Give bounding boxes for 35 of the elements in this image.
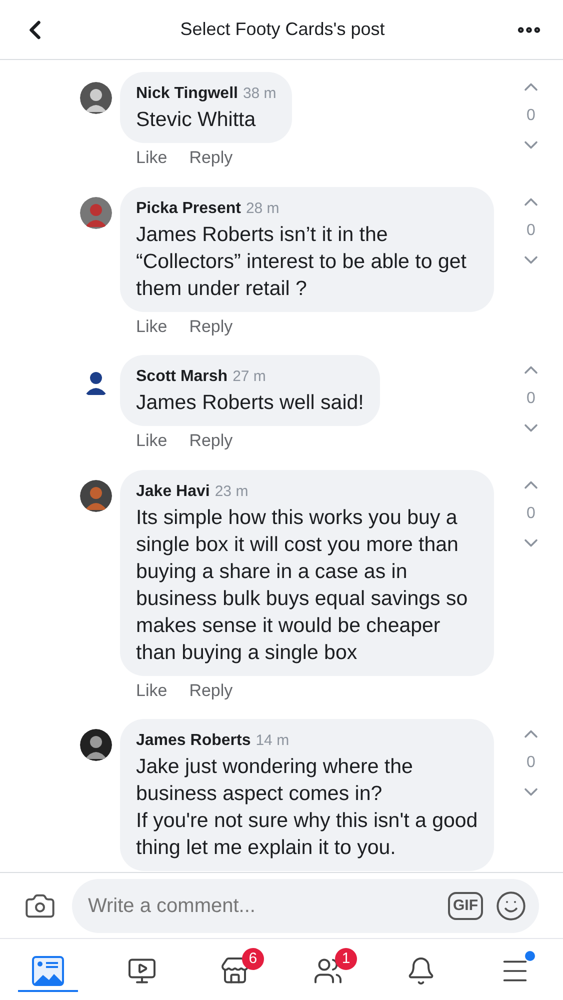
like-link[interactable]: Like — [136, 678, 168, 703]
vote-count: 0 — [526, 504, 536, 524]
comment-text: James Roberts isn’t it in the “Collectors” interest to be able to get them under retail ? — [136, 222, 468, 302]
comment-time: 27 m — [232, 367, 266, 387]
reply-link[interactable]: Reply — [189, 678, 233, 703]
vote-count: 0 — [526, 389, 536, 409]
comment-time: 38 m — [242, 84, 276, 104]
comment-text: Stevic Whitta — [136, 107, 257, 133]
commenter-name[interactable]: Nick Tingwell — [136, 82, 238, 106]
reply-link[interactable]: Reply — [189, 428, 233, 454]
comment-time: 23 m — [214, 482, 248, 502]
commenter-name[interactable]: Scott Marsh — [136, 365, 228, 389]
like-link[interactable]: Like — [136, 314, 168, 339]
vote-count: 0 — [526, 106, 536, 126]
comment-time: 28 m — [246, 198, 280, 218]
comment-text: Its simple how this works you buy a single box it will cost you more than buying a share in a case as in business bulk buys equal savings so makes sense it would be cheaper than buying a single box — [136, 504, 469, 666]
notification-badge: 6 — [242, 948, 264, 970]
vote-count: 0 — [526, 220, 536, 240]
comment-text: James Roberts well said! — [136, 390, 364, 416]
reply-link[interactable]: Reply — [189, 314, 233, 339]
like-link[interactable]: Like — [136, 145, 168, 170]
notification-badge: 1 — [335, 948, 358, 970]
nav-tab[interactable]: 6 — [206, 948, 264, 992]
like-link[interactable]: Like — [136, 428, 168, 454]
nav-tab[interactable]: 1 — [299, 948, 358, 992]
vote-count: 0 — [526, 753, 536, 773]
page-title: Select Footy Cards's post — [180, 18, 385, 41]
comment-field[interactable]: Write a comment... GIF — [72, 878, 539, 932]
commenter-name[interactable]: James Roberts — [136, 729, 251, 753]
commenter-name[interactable]: Jake Havi — [136, 480, 210, 504]
gif-button[interactable]: GIF — [448, 892, 483, 920]
comment-time: 14 m — [256, 731, 290, 751]
reply-link[interactable]: Reply — [189, 145, 233, 170]
comment-text: Jake just wondering where the business aspect comes in? If you're not sure why this isn't a good thing let me explain it to you. — [136, 754, 478, 861]
commenter-name[interactable]: Picka Present — [136, 196, 241, 220]
